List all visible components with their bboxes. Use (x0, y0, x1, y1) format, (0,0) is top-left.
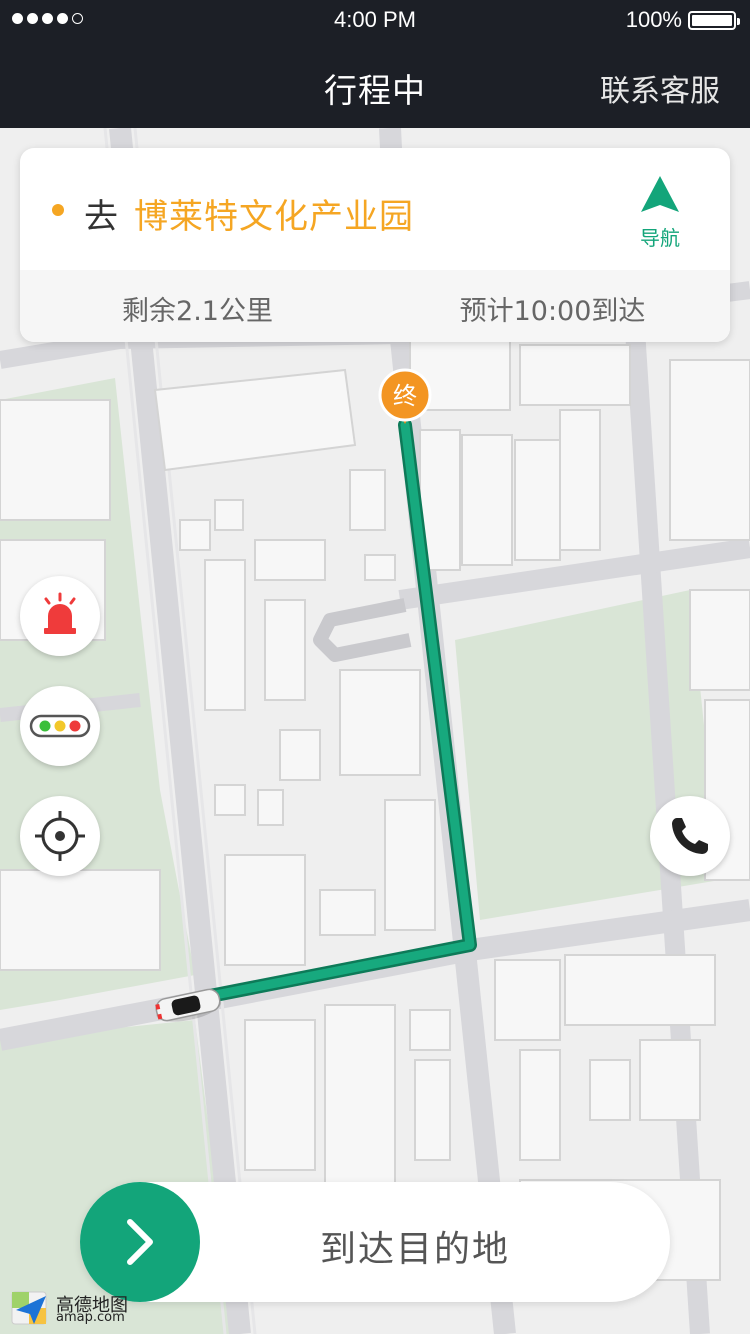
destination-card: 去 博莱特文化产业园 导航 剩余2.1公里 预计10:00到达 (20, 148, 730, 342)
car-icon (155, 988, 222, 1022)
arrive-label: 到达目的地 (319, 1229, 510, 1270)
amap-logo-icon (11, 1291, 47, 1325)
trip-info: 剩余2.1公里 预计10:00到达 (20, 270, 730, 342)
logo-name-en: amap.com (56, 1310, 125, 1325)
traffic-button[interactable] (20, 686, 100, 766)
destination-name: 博莱特文化产业园 (134, 197, 414, 237)
alarm-icon (44, 592, 76, 634)
locate-button[interactable] (20, 796, 100, 876)
destination-prefix: 去 (84, 197, 118, 237)
estimated-arrival: 预计10:00到达 (459, 296, 646, 327)
navigate-button[interactable]: 导航 (620, 172, 700, 252)
battery-icon (688, 11, 740, 30)
arrive-destination-slider[interactable]: 到达目的地 (80, 1182, 670, 1302)
slider-handle[interactable] (80, 1182, 200, 1302)
battery-percent: 100% (625, 7, 682, 32)
contact-service-button[interactable]: 联系客服 (600, 66, 720, 110)
phone-button[interactable] (650, 796, 730, 876)
phone-icon (672, 818, 708, 854)
status-bar: 4:00 PM 100% (0, 0, 750, 40)
nav-bar: 行程中 联系客服 (0, 40, 750, 128)
end-marker-icon: 终 (378, 368, 432, 424)
chevron-right-icon (127, 1219, 153, 1265)
destination-dot-icon (52, 204, 64, 216)
navigate-arrow-icon (641, 176, 679, 212)
amap-logo: 高德地图 amap.com (10, 1288, 140, 1328)
destination-row: 去 博莱特文化产业园 导航 (20, 148, 730, 270)
end-marker-label: 终 (393, 382, 417, 410)
locate-icon (35, 811, 85, 861)
remaining-distance: 剩余2.1公里 (122, 296, 273, 327)
navigate-label: 导航 (640, 226, 680, 250)
alarm-button[interactable] (20, 576, 100, 656)
traffic-light-icon (29, 714, 91, 738)
